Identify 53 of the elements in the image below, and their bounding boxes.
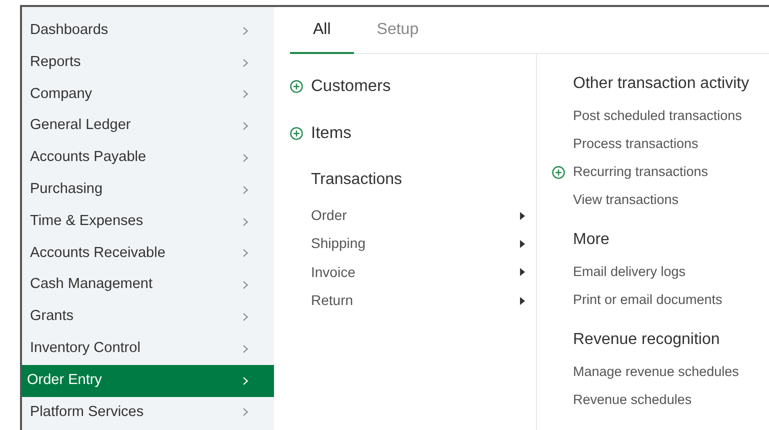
plus-icon <box>290 126 303 140</box>
sidebar-item[interactable]: Time & Expenses <box>22 206 274 238</box>
menu-link[interactable]: Email delivery logs <box>573 258 686 286</box>
add-link[interactable]: Customers <box>290 74 391 99</box>
tab[interactable]: All <box>290 18 354 54</box>
sidebar-item[interactable]: Accounts Receivable <box>22 238 274 270</box>
chevron-right-icon <box>243 408 248 416</box>
sidebar-item[interactable]: Platform Services <box>22 396 274 428</box>
sidebar-item[interactable]: Grants <box>22 301 274 333</box>
sidebar-item[interactable]: General Ledger <box>22 110 274 142</box>
section-heading: Revenue recognition <box>573 330 721 350</box>
sidebar-item[interactable]: Purchasing <box>22 174 274 206</box>
chevron-right-icon <box>243 218 248 226</box>
sidebar-item[interactable]: Inventory Control <box>22 332 274 365</box>
submenu-item[interactable]: Return <box>311 286 525 315</box>
chevron-right-icon <box>243 376 248 385</box>
chevron-right-icon <box>243 154 248 162</box>
menu-link[interactable]: Process transactions <box>573 130 698 158</box>
chevron-right-icon <box>243 26 248 35</box>
menu-link[interactable]: Manage revenue schedules <box>573 358 739 386</box>
submenu-item[interactable]: Invoice <box>311 258 525 286</box>
chevron-right-icon <box>243 58 248 67</box>
sidebar-item[interactable]: Cash Management <box>22 269 274 302</box>
submenu-item[interactable]: Order <box>311 202 525 230</box>
sidebar-item[interactable]: Dashboards <box>22 15 274 47</box>
sidebar-item[interactable]: Company <box>22 78 274 110</box>
menu-link[interactable]: Post scheduled transactions <box>573 102 742 130</box>
plus-icon <box>290 80 303 93</box>
sidebar-item[interactable]: Accounts Payable <box>22 142 274 174</box>
plus-icon <box>552 166 565 178</box>
sidebar-item[interactable]: Reports <box>22 46 274 79</box>
tab[interactable]: Setup <box>354 18 442 54</box>
sidebar-item[interactable]: Order Entry <box>22 364 274 397</box>
triangle-right-icon <box>520 296 525 305</box>
add-link[interactable]: Items <box>290 120 352 146</box>
triangle-right-icon <box>520 212 525 220</box>
menu-link[interactable]: Recurring transactions <box>552 158 708 186</box>
submenu-item[interactable]: Shipping <box>311 230 525 258</box>
section-heading: Transactions <box>311 170 403 190</box>
section-heading: Other transaction activity <box>573 74 750 94</box>
chevron-right-icon <box>243 186 248 194</box>
chevron-right-icon <box>243 281 248 290</box>
menu-link[interactable]: Print or email documents <box>573 286 722 314</box>
menu-link[interactable]: Revenue schedules <box>573 386 692 414</box>
menu-link[interactable]: View transactions <box>573 186 679 214</box>
triangle-right-icon <box>520 240 525 248</box>
chevron-right-icon <box>243 313 248 322</box>
chevron-right-icon <box>243 249 248 258</box>
chevron-right-icon <box>243 344 248 353</box>
section-heading: More <box>573 230 610 250</box>
chevron-right-icon <box>243 90 248 98</box>
triangle-right-icon <box>520 268 525 276</box>
chevron-right-icon <box>243 122 248 130</box>
